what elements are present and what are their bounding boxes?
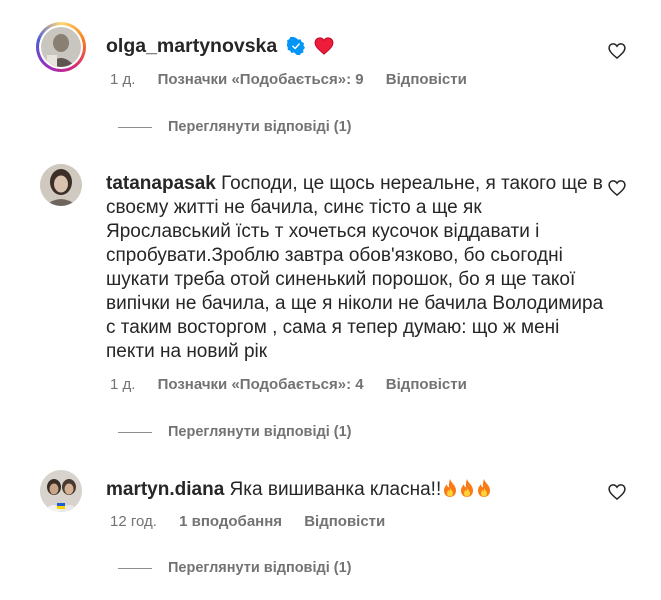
comment-meta: 1 д. Позначки «Подобається»: 9 Відповіст… bbox=[110, 71, 485, 88]
comment-username[interactable]: olga_martynovska bbox=[106, 35, 277, 57]
reply-button[interactable]: Відповісти bbox=[304, 513, 385, 530]
comment-username[interactable]: tatanapasak bbox=[106, 173, 216, 194]
replies-divider bbox=[118, 431, 152, 433]
verified-icon bbox=[286, 37, 305, 55]
avatar[interactable] bbox=[40, 164, 82, 206]
reply-button[interactable]: Відповісти bbox=[386, 376, 467, 393]
replies-divider bbox=[118, 126, 152, 128]
comment-time[interactable]: 1 д. bbox=[110, 376, 135, 393]
comment-text: olga_martynovska bbox=[106, 34, 606, 58]
comment-meta: 1 д. Позначки «Подобається»: 4 Відповіст… bbox=[110, 376, 485, 393]
like-heart-icon[interactable] bbox=[607, 178, 627, 198]
reply-button[interactable]: Відповісти bbox=[386, 71, 467, 88]
heart-emoji-icon bbox=[314, 37, 334, 55]
comment-likes[interactable]: 1 вподобання bbox=[179, 513, 282, 530]
comment-time[interactable]: 1 д. bbox=[110, 71, 135, 88]
avatar[interactable] bbox=[40, 470, 82, 512]
view-replies-button[interactable]: Переглянути відповіді (1) bbox=[118, 424, 352, 440]
fire-emoji-icon bbox=[478, 479, 491, 497]
comment-body: Яка вишиванка класна!! bbox=[229, 479, 442, 500]
comment-text: tatanapasak Господи, це щось нереальне, … bbox=[106, 172, 606, 364]
view-replies-button[interactable]: Переглянути відповіді (1) bbox=[118, 560, 352, 576]
avatar-story-ring[interactable] bbox=[36, 22, 86, 72]
fire-emoji-icon bbox=[444, 479, 457, 497]
replies-divider bbox=[118, 567, 152, 569]
fire-emoji-icon bbox=[461, 479, 474, 497]
view-replies-button[interactable]: Переглянути відповіді (1) bbox=[118, 119, 352, 135]
view-replies-label: Переглянути відповіді (1) bbox=[168, 560, 352, 576]
comment-likes[interactable]: Позначки «Подобається»: 4 bbox=[158, 376, 364, 393]
like-heart-icon[interactable] bbox=[607, 482, 627, 502]
view-replies-label: Переглянути відповіді (1) bbox=[168, 424, 352, 440]
comment-username[interactable]: martyn.diana bbox=[106, 479, 224, 500]
comment-body: Господи, це щось нереальне, я такого ще … bbox=[106, 173, 604, 362]
like-heart-icon[interactable] bbox=[607, 41, 627, 61]
view-replies-label: Переглянути відповіді (1) bbox=[168, 119, 352, 135]
avatar bbox=[41, 27, 81, 67]
comment-likes[interactable]: Позначки «Подобається»: 9 bbox=[158, 71, 364, 88]
comment-time[interactable]: 12 год. bbox=[110, 513, 157, 530]
comment-text: martyn.diana Яка вишиванка класна!! bbox=[106, 478, 606, 502]
comment-meta: 12 год. 1 вподобання Відповісти bbox=[110, 513, 403, 530]
